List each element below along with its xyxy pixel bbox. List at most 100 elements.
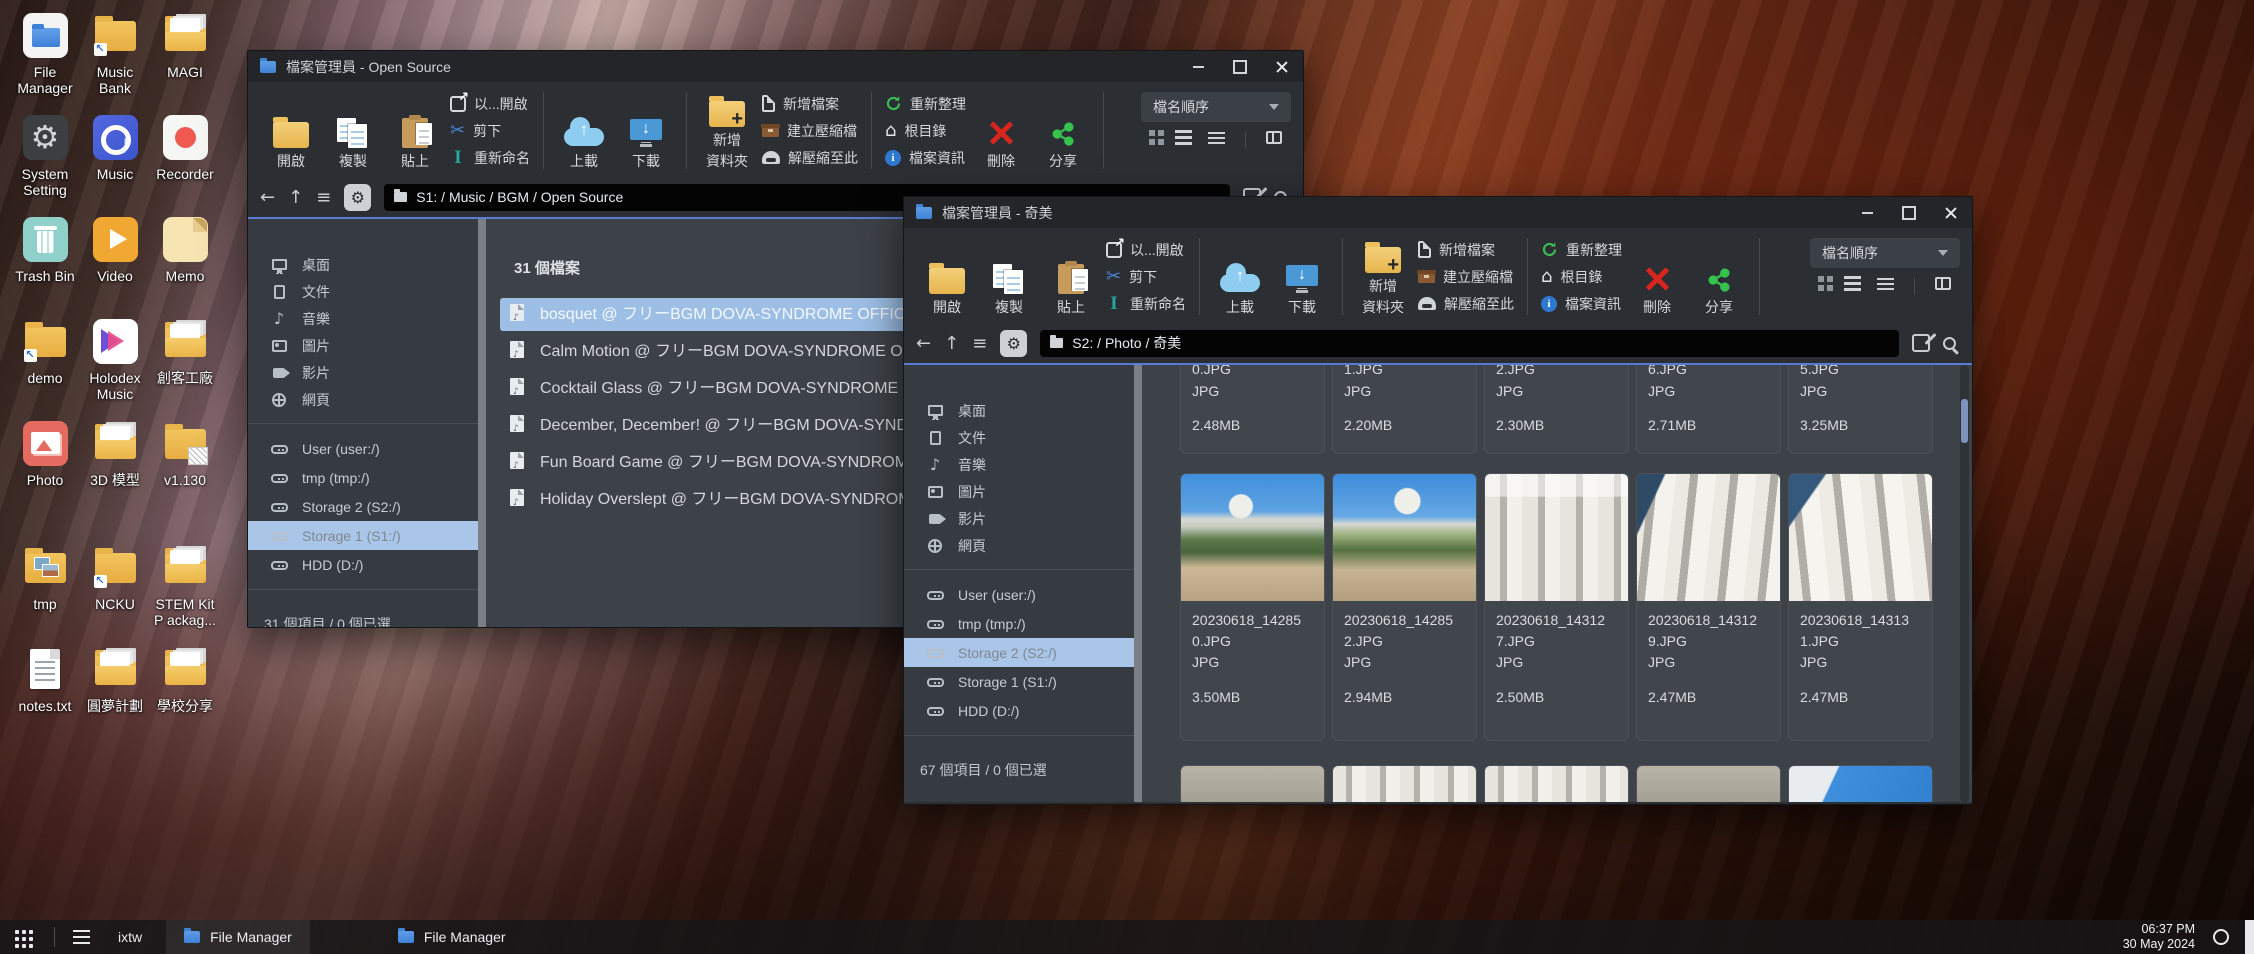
new-folder-button[interactable]: 新增 資料夾 [1352,236,1414,317]
photo-cell[interactable]: 20230618_142850.JPGJPG3.50MB [1180,473,1325,741]
photo-cell[interactable]: 2.JPGJPG2.30MB [1484,365,1629,454]
rename-button[interactable]: I重新命名 [450,145,530,170]
photo-cell[interactable]: 20230618_142852.JPGJPG2.94MB [1332,473,1477,741]
sidebar-item-documents[interactable]: 文件 [904,424,1134,451]
desktop-icon-demo[interactable]: ↖ demo [10,318,80,420]
close-button[interactable] [1261,51,1303,82]
photo-cell[interactable]: 5.JPGJPG3.25MB [1788,365,1933,454]
desktop-icon-system-setting[interactable]: System Setting [10,114,80,216]
sidebar-item-web[interactable]: 網頁 [248,386,478,413]
menu-button[interactable]: ≡ [972,333,987,354]
desktop-icon-dream-plan[interactable]: 圓夢計劃 [80,646,150,748]
download-button[interactable]: 下載 [615,90,677,171]
sidebar-drive-hdd[interactable]: HDD (D:/) [904,696,1134,725]
photo-cell[interactable]: 20230618_143127.JPGJPG2.50MB [1484,473,1629,741]
sidebar-item-videos[interactable]: 影片 [904,505,1134,532]
photo-cell[interactable] [1180,765,1325,802]
create-archive-button[interactable]: 建立壓縮檔 [762,118,858,143]
start-menu-button[interactable] [0,920,44,954]
cut-button[interactable]: ✂剪下 [450,118,530,143]
file-info-button[interactable]: i檔案資訊 [885,145,966,170]
sidebar-item-desktop[interactable]: 桌面 [904,397,1134,424]
sidebar-drive-user[interactable]: User (user:/) [248,434,478,463]
view-grid-button[interactable] [1818,276,1824,296]
new-folder-button[interactable]: 新增 資料夾 [696,90,758,171]
desktop-icon-music-bank[interactable]: ↖ Music Bank [80,12,150,114]
settings-button[interactable]: ⚙ [344,184,371,211]
cut-button[interactable]: ✂剪下 [1106,264,1186,289]
view-grid-button[interactable] [1149,130,1155,150]
view-detail-button[interactable] [1212,131,1225,149]
desktop-icon-3d-models[interactable]: 3D 模型 [80,420,150,522]
copy-button[interactable]: 複製 [978,236,1040,317]
menu-button[interactable]: ≡ [316,187,331,208]
delete-button[interactable]: 刪除 [970,90,1032,171]
sidebar-drive-storage1[interactable]: Storage 1 (S1:/) [904,667,1134,696]
titlebar[interactable]: 檔案管理員 - 奇美 [904,197,1972,228]
photo-cell[interactable]: 6.JPGJPG2.71MB [1636,365,1781,454]
view-list-button[interactable] [1175,130,1192,150]
desktop-icon-photo[interactable]: Photo [10,420,80,522]
download-button[interactable]: 下載 [1271,236,1333,317]
scrollbar-thumb[interactable] [1961,399,1968,443]
paste-button[interactable]: 貼上 [1040,236,1102,317]
taskbar-task-file-manager-2[interactable]: File Manager [380,920,524,954]
sidebar-item-videos[interactable]: 影片 [248,359,478,386]
photo-cell[interactable] [1332,765,1477,802]
view-detail-button[interactable] [1881,277,1894,295]
sidebar-item-pictures[interactable]: 圖片 [248,332,478,359]
sort-order-dropdown[interactable]: 檔名順序 [1141,92,1291,122]
desktop-icon-maker-factory[interactable]: 創客工廠 [150,318,220,420]
copy-button[interactable]: 複製 [322,90,384,171]
view-list-button[interactable] [1844,276,1861,296]
vertical-scrollbar[interactable] [1960,365,1969,802]
taskbar-menu-button[interactable] [73,930,90,933]
minimize-button[interactable] [1846,197,1888,228]
upload-button[interactable]: 上載 [553,90,615,171]
back-button[interactable]: ← [916,333,931,354]
taskbar-task-file-manager-1[interactable]: File Manager [166,920,310,954]
open-button[interactable]: 開啟 [916,236,978,317]
show-desktop-button[interactable] [2245,920,2254,954]
sort-order-dropdown[interactable]: 檔名順序 [1810,238,1960,268]
view-pane-button[interactable] [1935,277,1951,295]
sidebar-splitter[interactable] [1134,365,1142,802]
extract-here-button[interactable]: 解壓縮至此 [1418,291,1514,316]
sidebar-drive-tmp[interactable]: tmp (tmp:/) [248,463,478,492]
search-button[interactable] [1943,337,1956,350]
desktop-icon-holodex-music[interactable]: Holodex Music [80,318,150,420]
file-info-button[interactable]: i檔案資訊 [1541,291,1622,316]
sidebar-item-pictures[interactable]: 圖片 [904,478,1134,505]
photo-cell[interactable] [1484,765,1629,802]
desktop-icon-school-share[interactable]: 學校分享 [150,646,220,748]
up-button[interactable]: ↑ [944,333,959,354]
desktop-icon-file-manager[interactable]: File Manager [10,12,80,114]
desktop-icon-notes-txt[interactable]: notes.txt [10,646,80,748]
desktop-icon-trash-bin[interactable]: Trash Bin [10,216,80,318]
power-icon[interactable] [2213,929,2229,945]
desktop-icon-v1130[interactable]: v1.130 [150,420,220,522]
sidebar-splitter[interactable] [478,219,486,627]
view-pane-button[interactable] [1266,131,1282,149]
new-file-button[interactable]: 新增檔案 [1418,237,1514,262]
paste-button[interactable]: 貼上 [384,90,446,171]
new-file-button[interactable]: 新增檔案 [762,91,858,116]
edit-path-button[interactable] [1912,334,1930,352]
desktop-icon-music[interactable]: Music [80,114,150,216]
upload-button[interactable]: 上載 [1209,236,1271,317]
sidebar-drive-user[interactable]: User (user:/) [904,580,1134,609]
root-directory-button[interactable]: ⌂根目錄 [1541,264,1622,289]
desktop-icon-magi[interactable]: MAGI [150,12,220,114]
extract-here-button[interactable]: 解壓縮至此 [762,145,858,170]
root-directory-button[interactable]: ⌂根目錄 [885,118,966,143]
close-button[interactable] [1930,197,1972,228]
sidebar-drive-storage1-selected[interactable]: Storage 1 (S1:/) [248,521,478,550]
desktop-icon-ncku[interactable]: ↖ NCKU [80,544,150,646]
share-button[interactable]: 分享 [1688,236,1750,317]
delete-button[interactable]: 刪除 [1626,236,1688,317]
clock[interactable]: 06:37 PM 30 May 2024 [2123,922,2195,952]
desktop-icon-video[interactable]: Video [80,216,150,318]
rename-button[interactable]: I重新命名 [1106,291,1186,316]
desktop-icon-tmp[interactable]: tmp [10,544,80,646]
minimize-button[interactable] [1177,51,1219,82]
